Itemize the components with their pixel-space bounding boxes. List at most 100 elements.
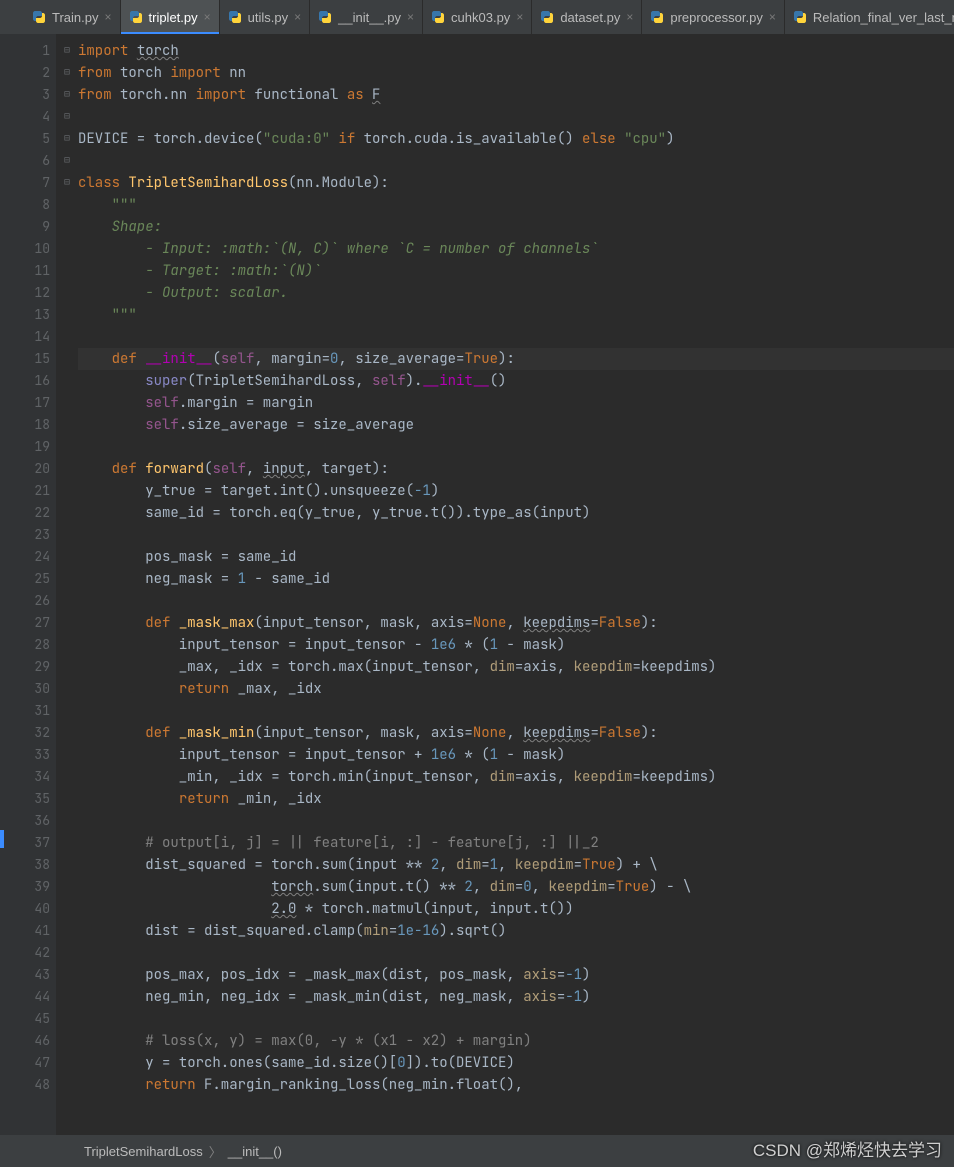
tab-utils-py[interactable]: utils.py× xyxy=(220,0,310,34)
close-icon[interactable]: × xyxy=(104,10,111,24)
line-number[interactable]: 9 xyxy=(14,216,50,238)
fold-toggle[interactable]: ⊟ xyxy=(56,128,78,150)
code-line[interactable]: _min, _idx = torch.min(input_tensor, dim… xyxy=(78,766,954,788)
code-line[interactable]: Shape: xyxy=(78,216,954,238)
code-line[interactable] xyxy=(78,942,954,964)
line-number[interactable]: 15 xyxy=(14,348,50,370)
code-line[interactable]: - Target: :math:`(N)` xyxy=(78,260,954,282)
line-number[interactable]: 38 xyxy=(14,854,50,876)
code-line[interactable]: pos_mask = same_id xyxy=(78,546,954,568)
tab--init-py[interactable]: __init__.py× xyxy=(310,0,423,34)
close-icon[interactable]: × xyxy=(516,10,523,24)
code-line[interactable]: """ xyxy=(78,304,954,326)
code-line[interactable]: self.margin = margin xyxy=(78,392,954,414)
line-number[interactable]: 1 xyxy=(14,40,50,62)
code-area[interactable]: import torch from torch import nn from t… xyxy=(78,34,954,1135)
close-icon[interactable]: × xyxy=(204,10,211,24)
code-line[interactable]: input_tensor = input_tensor - 1e6 * (1 -… xyxy=(78,634,954,656)
fold-toggle[interactable]: ⊟ xyxy=(56,150,78,172)
code-line[interactable]: import torch xyxy=(78,40,954,62)
line-number[interactable]: 16 xyxy=(14,370,50,392)
line-number[interactable]: 33 xyxy=(14,744,50,766)
code-line[interactable]: _max, _idx = torch.max(input_tensor, dim… xyxy=(78,656,954,678)
line-number[interactable]: 24 xyxy=(14,546,50,568)
code-line[interactable]: def forward(self, input, target): xyxy=(78,458,954,480)
code-line[interactable]: dist = dist_squared.clamp(min=1e-16).sqr… xyxy=(78,920,954,942)
close-icon[interactable]: × xyxy=(626,10,633,24)
line-number[interactable]: 5 xyxy=(14,128,50,150)
tab-preprocessor-py[interactable]: preprocessor.py× xyxy=(642,0,785,34)
line-number[interactable]: 46 xyxy=(14,1030,50,1052)
code-line[interactable] xyxy=(78,106,954,128)
code-line[interactable]: return F.margin_ranking_loss(neg_min.flo… xyxy=(78,1074,954,1096)
line-number[interactable]: 7 xyxy=(14,172,50,194)
line-number[interactable]: 26 xyxy=(14,590,50,612)
line-number[interactable]: 35 xyxy=(14,788,50,810)
fold-toggle[interactable]: ⊟ xyxy=(56,84,78,106)
code-line[interactable]: return _max, _idx xyxy=(78,678,954,700)
line-number[interactable]: 39 xyxy=(14,876,50,898)
fold-toggle[interactable]: ⊟ xyxy=(56,172,78,194)
code-line[interactable]: self.size_average = size_average xyxy=(78,414,954,436)
line-number[interactable]: 12 xyxy=(14,282,50,304)
line-number[interactable]: 13 xyxy=(14,304,50,326)
code-line[interactable]: def __init__(self, margin=0, size_averag… xyxy=(78,348,954,370)
line-number[interactable]: 41 xyxy=(14,920,50,942)
line-number[interactable]: 32 xyxy=(14,722,50,744)
code-line[interactable]: pos_max, pos_idx = _mask_max(dist, pos_m… xyxy=(78,964,954,986)
line-number[interactable]: 23 xyxy=(14,524,50,546)
line-number[interactable]: 3 xyxy=(14,84,50,106)
code-line[interactable]: from torch.nn import functional as F xyxy=(78,84,954,106)
line-number[interactable]: 27 xyxy=(14,612,50,634)
close-icon[interactable]: × xyxy=(407,10,414,24)
tab-cuhk03-py[interactable]: cuhk03.py× xyxy=(423,0,532,34)
close-icon[interactable]: × xyxy=(294,10,301,24)
line-number[interactable]: 45 xyxy=(14,1008,50,1030)
code-line[interactable]: 2.0 * torch.matmul(input, input.t()) xyxy=(78,898,954,920)
code-line[interactable] xyxy=(78,326,954,348)
code-line[interactable]: DEVICE = torch.device("cuda:0" if torch.… xyxy=(78,128,954,150)
tab-dataset-py[interactable]: dataset.py× xyxy=(532,0,642,34)
fold-toggle[interactable]: ⊟ xyxy=(56,106,78,128)
code-line[interactable]: super(TripletSemihardLoss, self).__init_… xyxy=(78,370,954,392)
code-line[interactable] xyxy=(78,700,954,722)
code-line[interactable]: from torch import nn xyxy=(78,62,954,84)
code-line[interactable]: neg_mask = 1 - same_id xyxy=(78,568,954,590)
line-number[interactable]: 37 xyxy=(14,832,50,854)
line-number[interactable]: 43 xyxy=(14,964,50,986)
line-number[interactable]: 19 xyxy=(14,436,50,458)
code-line[interactable]: """ xyxy=(78,194,954,216)
code-line[interactable]: def _mask_max(input_tensor, mask, axis=N… xyxy=(78,612,954,634)
line-number[interactable]: 34 xyxy=(14,766,50,788)
code-line[interactable]: class TripletSemihardLoss(nn.Module): xyxy=(78,172,954,194)
code-line[interactable] xyxy=(78,1008,954,1030)
code-line[interactable]: torch.sum(input.t() ** 2, dim=0, keepdim… xyxy=(78,876,954,898)
tab-relation-final-ver-last-mul[interactable]: Relation_final_ver_last_mul× xyxy=(785,0,954,34)
code-line[interactable]: y_true = target.int().unsqueeze(-1) xyxy=(78,480,954,502)
line-number[interactable]: 44 xyxy=(14,986,50,1008)
code-line[interactable] xyxy=(78,150,954,172)
code-line[interactable] xyxy=(78,590,954,612)
code-line[interactable]: dist_squared = torch.sum(input ** 2, dim… xyxy=(78,854,954,876)
code-line[interactable]: - Input: :math:`(N, C)` where `C = numbe… xyxy=(78,238,954,260)
code-line[interactable] xyxy=(78,810,954,832)
line-number[interactable]: 8 xyxy=(14,194,50,216)
line-number[interactable]: 2 xyxy=(14,62,50,84)
line-number[interactable]: 22 xyxy=(14,502,50,524)
close-icon[interactable]: × xyxy=(769,10,776,24)
code-line[interactable]: # output[i, j] = || feature[i, :] - feat… xyxy=(78,832,954,854)
line-number[interactable]: 21 xyxy=(14,480,50,502)
line-number[interactable]: 47 xyxy=(14,1052,50,1074)
line-number[interactable]: 18 xyxy=(14,414,50,436)
breadcrumb-class[interactable]: TripletSemihardLoss xyxy=(84,1144,203,1159)
line-number[interactable]: 48 xyxy=(14,1074,50,1096)
code-line[interactable]: - Output: scalar. xyxy=(78,282,954,304)
line-number[interactable]: 11 xyxy=(14,260,50,282)
code-line[interactable]: same_id = torch.eq(y_true, y_true.t()).t… xyxy=(78,502,954,524)
line-number[interactable]: 31 xyxy=(14,700,50,722)
line-number-gutter[interactable]: 1234567891011121314151617181920212223242… xyxy=(14,34,56,1135)
line-number[interactable]: 25 xyxy=(14,568,50,590)
code-line[interactable] xyxy=(78,524,954,546)
line-number[interactable]: 30 xyxy=(14,678,50,700)
code-line[interactable] xyxy=(78,436,954,458)
